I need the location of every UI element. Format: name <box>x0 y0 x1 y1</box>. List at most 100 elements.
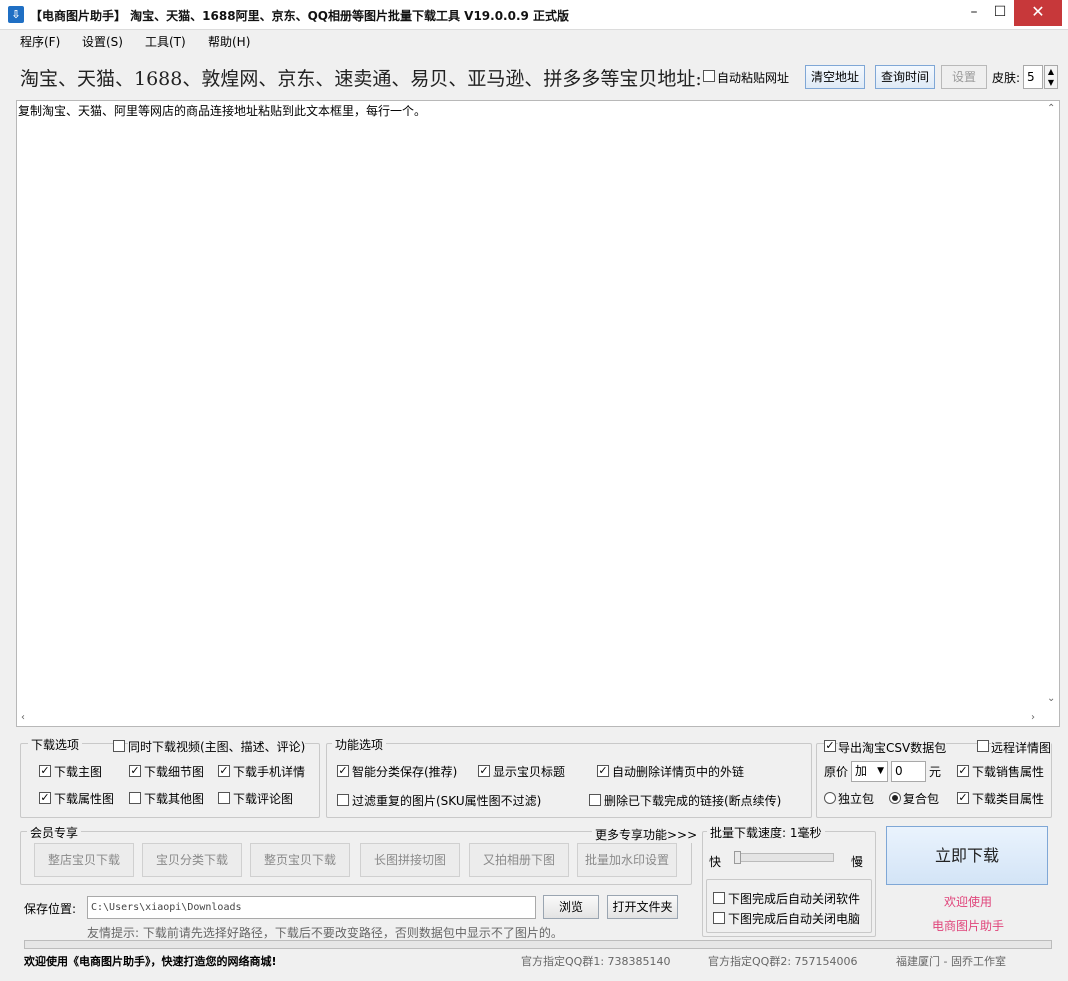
long-image-stitch-button[interactable]: 长图拼接切图 <box>360 843 460 877</box>
chevron-down-icon[interactable]: ▼ <box>1048 78 1054 87</box>
browse-button[interactable]: 浏览 <box>543 895 599 919</box>
video-checkbox[interactable] <box>113 740 125 752</box>
speed-slider-thumb[interactable] <box>734 851 741 864</box>
sales-attribute-label: 下载销售属性 <box>972 765 1045 779</box>
other-image-label: 下载其他图 <box>144 792 205 806</box>
save-tip: 友情提示: 下载前请先选择好路径，下载后不要改变路径，否则数据包中显示不了图片的… <box>87 926 563 940</box>
filter-duplicates-label: 过滤重复的图片(SKU属性图不过滤) <box>352 794 542 808</box>
url-textarea-content: 复制淘宝、天猫、阿里等网店的商品连接地址粘贴到此文本框里，每行一个。 <box>18 104 427 118</box>
attribute-image-checkbox[interactable]: ✓ <box>39 792 51 804</box>
menu-help[interactable]: 帮助(H) <box>208 33 250 50</box>
menu-settings[interactable]: 设置(S) <box>82 33 123 50</box>
delete-finished-links-label: 删除已下载完成的链接(断点续传) <box>604 794 782 808</box>
more-features-link[interactable]: 更多专享功能>>> <box>592 826 701 843</box>
single-pack-label: 独立包 <box>838 792 875 806</box>
whole-shop-download-button[interactable]: 整店宝贝下载 <box>34 843 134 877</box>
download-progress-bar <box>24 940 1052 949</box>
auto-paste-label: 自动粘贴网址 <box>717 71 790 85</box>
chevron-up-icon[interactable]: ▲ <box>1048 67 1054 76</box>
download-options-title: 下载选项 <box>28 736 83 753</box>
horizontal-scrollbar[interactable]: ‹ › <box>17 711 1044 726</box>
attribute-image-label: 下载属性图 <box>54 792 115 806</box>
remote-detail-checkbox[interactable] <box>977 740 989 752</box>
price-value-input[interactable]: 0 <box>891 761 926 782</box>
welcome-line2: 电商图片助手 <box>932 919 1005 933</box>
export-csv-checkbox[interactable]: ✓ <box>824 740 836 752</box>
main-image-label: 下载主图 <box>54 765 103 779</box>
chevron-up-icon[interactable]: ⌃ <box>1047 103 1055 114</box>
menu-tools[interactable]: 工具(T) <box>145 33 186 50</box>
combo-pack-label: 复合包 <box>903 792 940 806</box>
auto-paste-checkbox[interactable] <box>703 70 715 82</box>
menu-program[interactable]: 程序(F) <box>20 33 60 50</box>
close-button[interactable]: ✕ <box>1014 0 1062 26</box>
close-app-label: 下图完成后自动关闭软件 <box>728 892 861 906</box>
price-operator-value: 加 <box>855 764 868 778</box>
close-app-checkbox[interactable] <box>713 892 725 904</box>
welcome-line1: 欢迎使用 <box>944 895 993 909</box>
url-source-label: 淘宝、天猫、1688、敦煌网、京东、速卖通、易贝、亚马逊、拼多多等宝贝地址: <box>20 68 702 90</box>
smart-classify-checkbox[interactable]: ✓ <box>337 765 349 777</box>
remove-external-links-label: 自动删除详情页中的外链 <box>612 765 745 779</box>
mobile-detail-checkbox[interactable]: ✓ <box>218 765 230 777</box>
show-title-checkbox[interactable]: ✓ <box>478 765 490 777</box>
speed-slow-label: 慢 <box>851 855 864 869</box>
skin-value-input[interactable]: 5 <box>1023 65 1043 89</box>
upai-album-download-button[interactable]: 又拍相册下图 <box>469 843 569 877</box>
main-image-checkbox[interactable]: ✓ <box>39 765 51 777</box>
status-qq-group-2: 官方指定QQ群2: 757154006 <box>708 955 858 968</box>
chevron-down-icon[interactable]: ⌄ <box>1047 693 1055 704</box>
status-welcome: 欢迎使用《电商图片助手》，快速打造您的网络商城! <box>24 955 277 968</box>
remote-detail-label: 远程详情图 <box>991 739 1052 756</box>
save-location-label: 保存位置: <box>24 902 77 916</box>
combo-pack-radio[interactable] <box>889 792 901 804</box>
mobile-detail-label: 下载手机详情 <box>233 765 306 779</box>
other-image-checkbox[interactable] <box>129 792 141 804</box>
status-studio: 福建厦门 - 固乔工作室 <box>896 955 1006 968</box>
video-label: 同时下载视频(主图、描述、评论) <box>128 738 306 755</box>
settings-button[interactable]: 设置 <box>941 65 987 89</box>
speed-title: 批量下载速度: 1毫秒 <box>707 824 825 841</box>
filter-duplicates-checkbox[interactable] <box>337 794 349 806</box>
shutdown-label: 下图完成后自动关闭电脑 <box>728 912 861 926</box>
whole-page-download-button[interactable]: 整页宝贝下载 <box>250 843 350 877</box>
speed-slider-track[interactable] <box>735 853 834 862</box>
open-folder-button[interactable]: 打开文件夹 <box>607 895 678 919</box>
query-time-button[interactable]: 查询时间 <box>875 65 935 89</box>
batch-watermark-button[interactable]: 批量加水印设置 <box>577 843 677 877</box>
maximize-button[interactable]: ☐ <box>988 0 1012 26</box>
window-title: 【电商图片助手】 淘宝、天猫、1688阿里、京东、QQ相册等图片批量下载工具 V… <box>30 9 570 23</box>
review-image-checkbox[interactable] <box>218 792 230 804</box>
export-csv-label: 导出淘宝CSV数据包 <box>838 739 947 756</box>
smart-classify-label: 智能分类保存(推荐) <box>352 765 458 779</box>
category-attribute-label: 下载类目属性 <box>972 792 1045 806</box>
function-options-title: 功能选项 <box>332 736 387 753</box>
delete-finished-links-checkbox[interactable] <box>589 794 601 806</box>
chevron-left-icon[interactable]: ‹ <box>21 712 25 723</box>
show-title-label: 显示宝贝标题 <box>493 765 566 779</box>
sales-attribute-checkbox[interactable]: ✓ <box>957 765 969 777</box>
price-operator-select[interactable]: 加 ▼ <box>851 761 888 782</box>
status-qq-group-1: 官方指定QQ群1: 738385140 <box>521 955 671 968</box>
save-path-input[interactable]: C:\Users\xiaopi\Downloads <box>87 896 536 919</box>
category-attribute-checkbox[interactable]: ✓ <box>957 792 969 804</box>
detail-image-checkbox[interactable]: ✓ <box>129 765 141 777</box>
chevron-right-icon[interactable]: › <box>1031 712 1035 723</box>
speed-fast-label: 快 <box>709 855 722 869</box>
url-textarea[interactable] <box>16 100 1060 727</box>
single-pack-radio[interactable] <box>824 792 836 804</box>
download-now-button[interactable]: 立即下载 <box>886 826 1048 885</box>
remove-external-links-checkbox[interactable]: ✓ <box>597 765 609 777</box>
price-label: 原价 <box>824 765 849 779</box>
review-image-label: 下载评论图 <box>233 792 294 806</box>
shutdown-checkbox[interactable] <box>713 912 725 924</box>
minimize-button[interactable]: – <box>962 0 986 26</box>
chevron-down-icon[interactable]: ▼ <box>877 762 884 781</box>
skin-stepper[interactable]: ▲ ▼ <box>1044 65 1058 89</box>
price-unit-label: 元 <box>929 765 942 779</box>
vertical-scrollbar[interactable]: ⌃ ⌄ <box>1044 101 1059 711</box>
member-title: 会员专享 <box>27 824 82 841</box>
category-download-button[interactable]: 宝贝分类下载 <box>142 843 242 877</box>
skin-label: 皮肤: <box>992 71 1021 85</box>
clear-address-button[interactable]: 清空地址 <box>805 65 865 89</box>
